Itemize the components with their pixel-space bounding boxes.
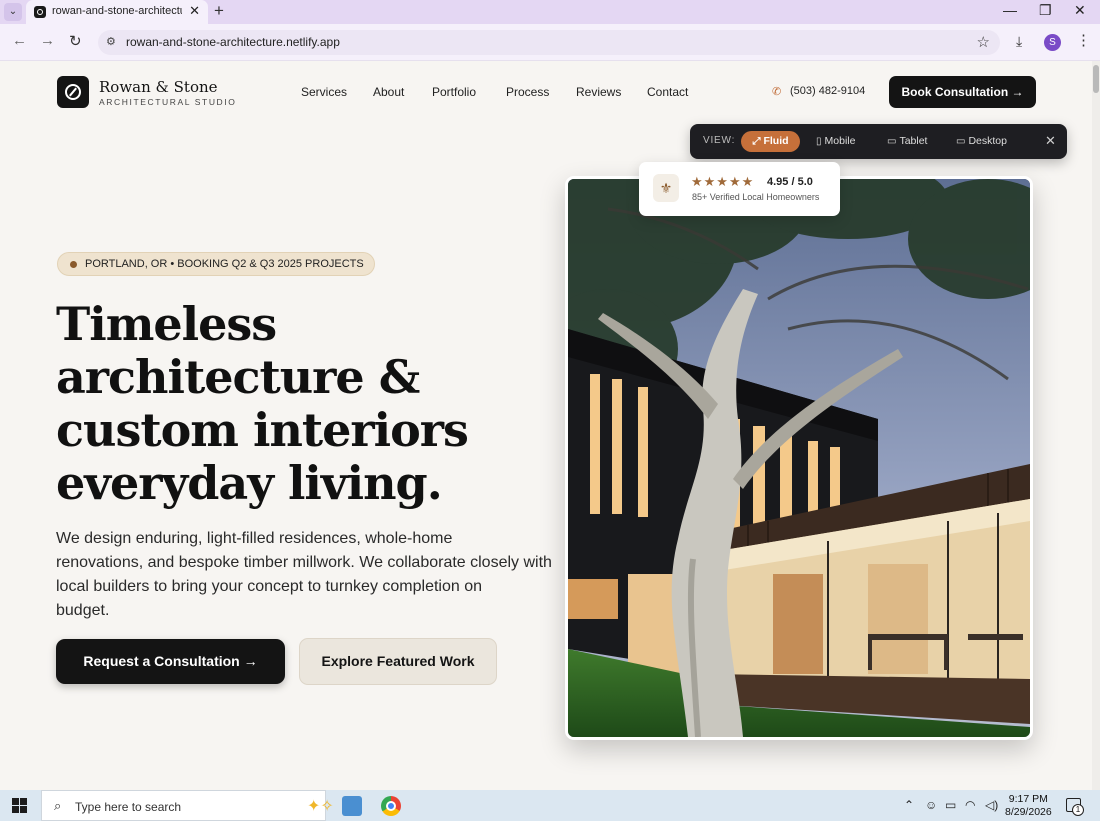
rating-stars-icon: ★★★★★	[691, 174, 755, 189]
book-consultation-button[interactable]: Book Consultation →	[889, 76, 1036, 108]
view-desktop-label: Desktop	[968, 135, 1007, 147]
nav-link-portfolio[interactable]: Portfolio	[432, 85, 476, 99]
windows-taskbar: ⌕ Type here to search ✦✧ ⌃ ☺ ▭ ◠ ◁) 9:17…	[0, 790, 1100, 821]
download-icon[interactable]: ⤓	[1016, 33, 1022, 50]
view-mobile-button[interactable]: ▯ Mobile	[816, 131, 855, 152]
site-favicon-icon	[34, 6, 46, 18]
view-mobile-label: Mobile	[824, 135, 856, 147]
hero-description: We design enduring, light-filled residen…	[56, 527, 552, 623]
sparkle-icon: ✦✧	[307, 798, 334, 815]
system-clock[interactable]: 9:17 PM 8/29/2026	[1005, 793, 1052, 819]
minimize-icon[interactable]: —	[1003, 2, 1017, 18]
tab-close-icon[interactable]: ✕	[189, 3, 200, 19]
brand-name[interactable]: Rowan & Stone	[99, 78, 218, 96]
headline-line: Timeless	[56, 297, 277, 351]
headline-line: architecture &	[56, 350, 420, 404]
new-tab-icon[interactable]: +	[214, 1, 224, 21]
tablet-device-icon: ▭	[887, 136, 897, 147]
brand-subtitle: ARCHITECTURAL STUDIO	[99, 97, 237, 107]
window-close-icon[interactable]: ✕	[1074, 2, 1086, 19]
bookmark-star-icon[interactable]: ☆	[977, 33, 990, 51]
browser-tab-strip: ⌄ rowan-and-stone-architecture ✕ + — ❐ ✕	[0, 0, 1100, 24]
windows-start-icon[interactable]	[12, 798, 27, 813]
view-label: VIEW:	[703, 135, 736, 146]
headline-line: everyday living.	[56, 456, 443, 510]
view-tablet-label: Tablet	[899, 135, 928, 147]
view-toolbar-close-icon[interactable]: ✕	[1045, 133, 1056, 149]
battery-icon[interactable]: ▭	[945, 798, 956, 812]
request-consultation-button[interactable]: Request a Consultation →	[56, 639, 285, 684]
brand-logo-icon[interactable]	[57, 76, 89, 108]
monitor-icon: ▭	[956, 136, 966, 147]
award-ribbon-icon: ⚜	[653, 174, 679, 202]
expand-arrows-icon: ⤢	[752, 136, 761, 147]
taskbar-search-box[interactable]: ⌕ Type here to search ✦✧	[41, 790, 334, 821]
reload-icon[interactable]: ↻	[69, 32, 82, 50]
headline-line: custom interiors	[56, 403, 469, 457]
search-icon: ⌕	[54, 798, 62, 813]
forward-arrow-icon[interactable]: →	[40, 32, 55, 49]
view-tablet-button[interactable]: ▭ Tablet	[887, 131, 927, 152]
search-placeholder[interactable]: Type here to search	[75, 800, 181, 814]
chrome-icon[interactable]	[381, 796, 401, 816]
description-line: budget.	[56, 602, 110, 619]
notification-count: 1	[1072, 804, 1084, 816]
view-fluid-button[interactable]: ⤢ Fluid	[741, 131, 800, 152]
page-scrollbar[interactable]	[1092, 61, 1100, 790]
view-mode-toolbar: VIEW: ⤢ Fluid ▯ Mobile ▭ Tablet ▭ Desktop ✕	[690, 124, 1067, 159]
browser-toolbar: ← → ↻ ⚙ rowan-and-stone-architecture.net…	[0, 24, 1100, 61]
badge-dot-icon	[70, 261, 77, 268]
scrollbar-thumb[interactable]	[1093, 65, 1099, 93]
mobile-device-icon: ▯	[816, 136, 822, 147]
nav-link-process[interactable]: Process	[506, 85, 549, 99]
site-info-icon[interactable]: ⚙	[106, 35, 116, 48]
address-bar[interactable]: ⚙ rowan-and-stone-architecture.netlify.a…	[98, 30, 1000, 55]
location-badge: PORTLAND, OR • BOOKING Q2 & Q3 2025 PROJ…	[57, 252, 375, 276]
back-arrow-icon[interactable]: ←	[12, 32, 27, 49]
nav-link-reviews[interactable]: Reviews	[576, 85, 621, 99]
web-page: Rowan & Stone ARCHITECTURAL STUDIO Servi…	[0, 61, 1092, 790]
clock-date: 8/29/2026	[1005, 806, 1052, 818]
browser-tab[interactable]: rowan-and-stone-architecture ✕	[26, 0, 208, 24]
house-illustration	[568, 179, 1030, 737]
clock-time: 9:17 PM	[1008, 793, 1048, 805]
restore-icon[interactable]: ❐	[1039, 2, 1052, 19]
rating-card: ⚜ ★★★★★ 4.95 / 5.0 85+ Verified Local Ho…	[639, 162, 840, 216]
badge-text: PORTLAND, OR • BOOKING Q2 & Q3 2025 PROJ…	[85, 258, 364, 270]
description-line: local builders to bring your concept to …	[56, 578, 483, 595]
file-explorer-icon[interactable]	[342, 796, 362, 816]
nav-link-services[interactable]: Services	[301, 85, 347, 99]
tab-title: rowan-and-stone-architecture	[52, 5, 182, 17]
chrome-center-icon	[386, 801, 396, 811]
tab-search-chevron-icon[interactable]: ⌄	[4, 3, 22, 21]
rating-caption: 85+ Verified Local Homeowners	[692, 192, 820, 202]
nav-link-contact[interactable]: Contact	[647, 85, 688, 99]
tray-chevron-icon[interactable]: ⌃	[904, 798, 914, 812]
view-desktop-button[interactable]: ▭ Desktop	[956, 131, 1007, 152]
description-line: renovations, and bespoke timber millwork…	[56, 554, 552, 571]
volume-icon[interactable]: ◁)	[985, 798, 998, 812]
meet-now-icon[interactable]: ☺	[925, 798, 937, 812]
rating-score: 4.95 / 5.0	[767, 176, 813, 188]
hero-headline: Timeless architecture & custom interiors…	[56, 297, 469, 510]
explore-featured-work-button[interactable]: Explore Featured Work	[299, 638, 497, 685]
hero-house-photo	[565, 176, 1033, 740]
phone-icon: ✆	[772, 86, 782, 98]
phone-number[interactable]: (503) 482-9104	[790, 85, 865, 97]
description-line: We design enduring, light-filled residen…	[56, 530, 453, 547]
url-text[interactable]: rowan-and-stone-architecture.netlify.app	[126, 35, 340, 49]
browser-menu-icon[interactable]: ⋮	[1076, 31, 1091, 49]
view-fluid-label: Fluid	[763, 135, 789, 147]
nav-link-about[interactable]: About	[373, 85, 404, 99]
wifi-icon[interactable]: ◠	[965, 798, 975, 812]
profile-avatar[interactable]: S	[1044, 34, 1061, 51]
